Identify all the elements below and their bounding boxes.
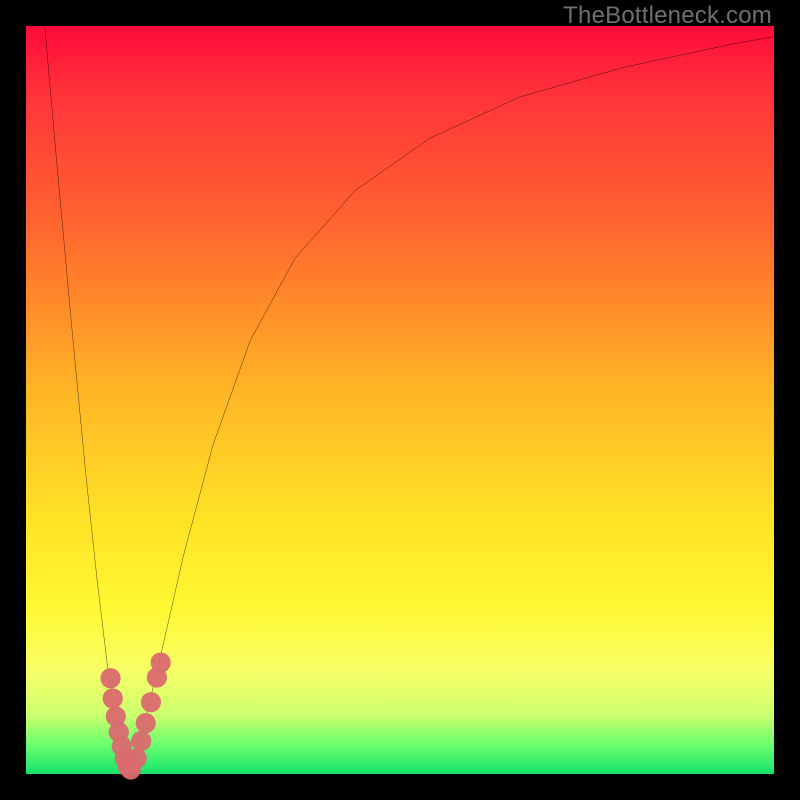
scatter-dot [131, 731, 151, 751]
scatter-dot [103, 688, 123, 708]
scatter-dot [151, 652, 171, 672]
scatter-dot [127, 748, 147, 768]
scatter-dot [100, 668, 120, 688]
scatter-group [100, 652, 170, 779]
scatter-dot [141, 692, 161, 712]
right-ascent-path [131, 36, 774, 769]
chart-overlay [26, 26, 774, 774]
chart-frame: TheBottleneck.com [0, 0, 800, 800]
scatter-dot [136, 713, 156, 733]
left-descent-path [45, 26, 131, 770]
